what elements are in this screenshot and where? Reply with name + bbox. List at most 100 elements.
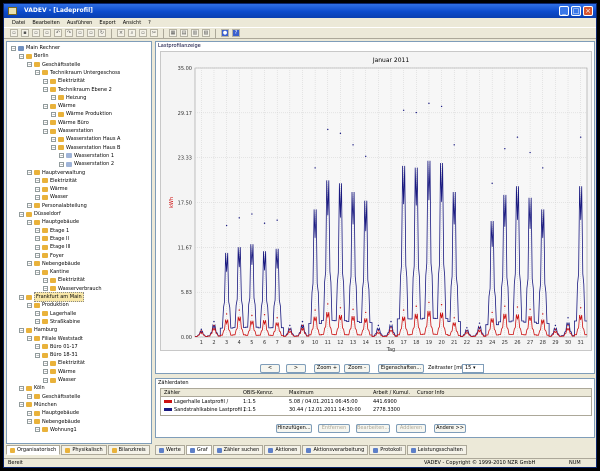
- expand-toggle-icon[interactable]: −: [43, 360, 48, 366]
- tab-graf[interactable]: Graf: [185, 445, 212, 455]
- tree-item[interactable]: − Wärme: [43, 102, 76, 110]
- expand-toggle-icon[interactable]: −: [27, 261, 32, 267]
- expand-toggle-icon[interactable]: −: [19, 294, 24, 300]
- tree-item[interactable]: − Filiale Weststadt: [27, 335, 83, 343]
- tree-item[interactable]: − München: [19, 401, 57, 409]
- menu-bearbeiten[interactable]: Bearbeiten: [32, 20, 59, 26]
- expand-toggle-icon[interactable]: −: [43, 286, 48, 292]
- tab-leistungsschalten[interactable]: Leistungsschalten: [406, 445, 467, 455]
- expand-toggle-icon[interactable]: −: [35, 228, 40, 234]
- expand-toggle-icon[interactable]: −: [43, 78, 48, 84]
- tree-item[interactable]: − Geschäftsstelle: [27, 61, 80, 69]
- tab-aktionsverarbeitung[interactable]: Aktionsverarbeitung: [302, 445, 369, 455]
- tab-bilanzkreis[interactable]: Bilanzkreis: [107, 445, 150, 455]
- paste-icon[interactable]: ▫: [87, 29, 95, 37]
- tree-item[interactable]: − Hamburg: [19, 326, 57, 334]
- tree-item[interactable]: − Hauptgebäude: [27, 409, 79, 417]
- tree-item[interactable]: − Etage II: [35, 235, 69, 243]
- delete-icon[interactable]: ×: [117, 29, 125, 37]
- expand-toggle-icon[interactable]: −: [19, 327, 24, 333]
- load-profile-chart[interactable]: Januar 2011 0.00 5.83 11.67 17.50 23.33 29.17 3…: [161, 52, 593, 353]
- interval-select[interactable]: 15 ▾: [462, 364, 484, 373]
- copy-icon[interactable]: ▫: [76, 29, 84, 37]
- tree-item[interactable]: − Etage III: [35, 243, 70, 251]
- tab-werte[interactable]: Werte: [155, 445, 185, 455]
- tree-item[interactable]: − Wärme: [35, 185, 68, 193]
- settings-icon[interactable]: ●: [221, 29, 229, 37]
- expand-toggle-icon[interactable]: −: [35, 70, 40, 76]
- expand-toggle-icon[interactable]: −: [35, 344, 40, 350]
- table-row[interactable]: Lagerhalle Lastprofil / 1:1.5 5.08 / 04.…: [161, 398, 591, 406]
- expand-toggle-icon[interactable]: −: [35, 352, 40, 358]
- tree-item[interactable]: − Büro 01-17: [35, 343, 78, 351]
- tree-item[interactable]: − Elektrizität: [43, 276, 85, 284]
- expand-toggle-icon[interactable]: −: [43, 277, 48, 283]
- expand-toggle-icon[interactable]: −: [19, 53, 24, 59]
- expand-toggle-icon[interactable]: −: [27, 302, 32, 308]
- tree-item[interactable]: − Hauptgebäude: [27, 218, 79, 226]
- sum-button[interactable]: Addieren: [396, 424, 426, 433]
- tree-item[interactable]: − Wasserstation: [43, 127, 93, 135]
- tree-item[interactable]: − Wasser: [35, 193, 68, 201]
- properties-button[interactable]: Eigenschaften...: [378, 364, 424, 373]
- save-icon[interactable]: ▫: [32, 29, 40, 37]
- menu-datei[interactable]: Datei: [12, 20, 25, 26]
- refresh-icon[interactable]: ↻: [98, 29, 106, 37]
- undo-icon[interactable]: ↶: [54, 29, 62, 37]
- expand-toggle-icon[interactable]: −: [27, 336, 32, 341]
- tree-item[interactable]: − Kantine: [35, 268, 69, 276]
- menu-export[interactable]: Export: [99, 20, 115, 26]
- remove-button[interactable]: Entfernen: [318, 424, 350, 433]
- expand-toggle-icon[interactable]: −: [27, 62, 32, 68]
- edit-button[interactable]: Bearbeiten...: [356, 424, 390, 433]
- tree-item[interactable]: − Wärme: [43, 368, 76, 376]
- cut-icon[interactable]: ✂: [150, 29, 158, 37]
- tree-item[interactable]: − Elektrizität: [35, 177, 77, 185]
- tree-item[interactable]: − Wasserstation Haus A: [51, 135, 120, 143]
- menu-help[interactable]: ?: [148, 20, 151, 26]
- menu-ansicht[interactable]: Ansicht: [123, 20, 141, 26]
- zoom-in-button[interactable]: Zoom +: [314, 364, 340, 373]
- tree-item[interactable]: − Personalabteilung: [27, 202, 87, 210]
- tree-item[interactable]: − Technikraum Ebene 2: [43, 86, 112, 94]
- tree-item[interactable]: − Foyer: [35, 252, 64, 260]
- expand-toggle-icon[interactable]: −: [35, 186, 40, 192]
- table-icon[interactable]: ▤: [180, 29, 188, 37]
- minimize-button[interactable]: _: [559, 6, 569, 16]
- add-button[interactable]: Hinzufügen...: [276, 424, 312, 433]
- expand-toggle-icon[interactable]: −: [59, 161, 64, 167]
- chart-area[interactable]: Januar 2011 0.00 5.83 11.67 17.50 23.33 29.17 3…: [160, 51, 593, 353]
- tree-item[interactable]: − Büro 18-31: [35, 351, 78, 359]
- tree-item[interactable]: − Wasserstation 1: [59, 152, 114, 160]
- tree-item[interactable]: − Frankfurt am Main: [19, 292, 84, 302]
- expand-toggle-icon[interactable]: −: [51, 136, 56, 142]
- expand-toggle-icon[interactable]: −: [43, 120, 48, 126]
- expand-toggle-icon[interactable]: −: [43, 369, 48, 375]
- export-icon[interactable]: ▧: [202, 29, 210, 37]
- tree-item[interactable]: − Lagerhalle: [35, 310, 76, 318]
- expand-toggle-icon[interactable]: −: [19, 385, 24, 391]
- maximize-button[interactable]: □: [571, 6, 581, 16]
- expand-toggle-icon[interactable]: −: [27, 419, 32, 424]
- expand-toggle-icon[interactable]: −: [43, 377, 48, 383]
- expand-toggle-icon[interactable]: −: [27, 203, 32, 209]
- expand-toggle-icon[interactable]: −: [51, 95, 56, 101]
- tree-item[interactable]: − Geschäftsstelle: [27, 393, 80, 401]
- expand-toggle-icon[interactable]: −: [19, 402, 24, 408]
- tree-item[interactable]: − Main Rechner: [11, 44, 60, 52]
- next-button[interactable]: >: [286, 364, 306, 373]
- expand-toggle-icon[interactable]: −: [27, 394, 32, 400]
- expand-toggle-icon[interactable]: −: [27, 170, 32, 175]
- prev-button[interactable]: <: [260, 364, 280, 373]
- expand-toggle-icon[interactable]: −: [35, 236, 40, 242]
- tree-item[interactable]: − Wärme Produktion: [51, 110, 112, 118]
- tab-physikalisch[interactable]: Physikalisch: [61, 445, 107, 455]
- expand-toggle-icon[interactable]: −: [35, 194, 40, 200]
- close-button[interactable]: ×: [583, 6, 593, 16]
- table-row[interactable]: Sandstrahlkabine Lastprofil / 1:1.5 30.4…: [161, 406, 591, 414]
- help-icon[interactable]: ?: [232, 29, 240, 37]
- tree-item[interactable]: − Nebengebäude: [27, 260, 80, 268]
- expand-toggle-icon[interactable]: −: [43, 103, 48, 109]
- tree-item[interactable]: − Wohnung1: [35, 426, 77, 434]
- expand-toggle-icon[interactable]: −: [35, 311, 40, 317]
